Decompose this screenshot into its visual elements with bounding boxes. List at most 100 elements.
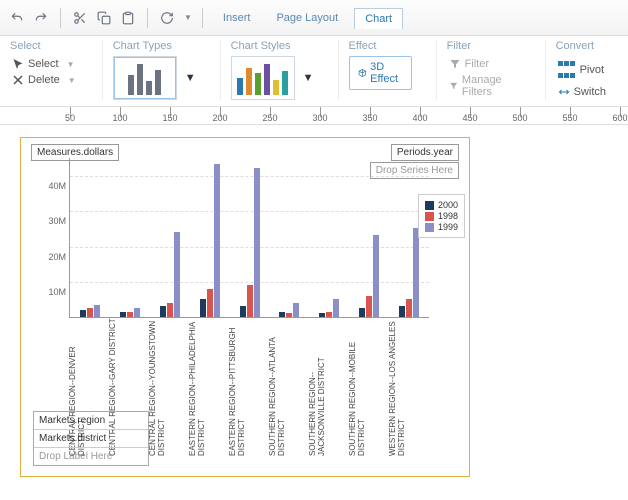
chart-style-dropdown[interactable]: ▼ — [303, 72, 314, 84]
bar-group — [230, 168, 270, 317]
ruler-label: 550 — [562, 113, 577, 123]
bar — [214, 164, 220, 317]
legend: 2000 1998 1999 — [418, 194, 465, 238]
x-tick-label: SOUTHERN REGION--ATLANTA DISTRICT — [269, 318, 309, 458]
ribbon-group-convert: Convert Pivot Switch — [545, 40, 618, 100]
ruler-label: 200 — [212, 113, 227, 123]
bar — [254, 168, 260, 317]
switch-button[interactable]: Switch — [556, 84, 608, 100]
bar — [293, 303, 299, 317]
drop-label-hint[interactable]: Drop Label Here — [34, 448, 148, 465]
tab-page-layout[interactable]: Page Layout — [266, 8, 348, 28]
x-tick-label: SOUTHERN REGION--MOBILE DISTRICT — [349, 318, 389, 458]
ruler-label: 150 — [162, 113, 177, 123]
bar — [326, 312, 332, 317]
bar — [413, 228, 419, 317]
chart-object[interactable]: Measures.dollars Periods.year Drop Serie… — [20, 137, 470, 477]
bar-group — [269, 303, 309, 317]
paste-icon[interactable] — [119, 9, 137, 27]
bar — [406, 299, 412, 317]
select-button[interactable]: Select▼ — [10, 56, 78, 72]
chart-type-dropdown[interactable]: ▼ — [185, 72, 196, 84]
y-tick-label: 30M — [48, 216, 70, 226]
select-label: Select — [28, 58, 59, 70]
ribbon: Select Select▼ Delete▼ Chart Types ▼ Cha… — [0, 36, 628, 107]
manage-filters-label: Manage Filters — [462, 74, 519, 98]
bar — [80, 310, 86, 317]
tab-insert[interactable]: Insert — [213, 8, 261, 28]
pivot-button[interactable]: Pivot — [556, 56, 608, 84]
legend-label: 1998 — [438, 211, 458, 221]
bar — [87, 308, 93, 317]
ruler-label: 100 — [112, 113, 127, 123]
legend-label: 1999 — [438, 222, 458, 232]
x-tick-label: WESTERN REGION--LOS ANGELES DISTRICT — [389, 318, 429, 458]
bar-group — [309, 299, 349, 317]
chart-plot: 10M20M30M40M — [69, 158, 429, 318]
ruler-label: 450 — [462, 113, 477, 123]
group-title: Chart Styles — [231, 40, 314, 52]
ruler-label: 350 — [362, 113, 377, 123]
group-title: Chart Types — [113, 40, 196, 52]
refresh-icon[interactable] — [158, 9, 176, 27]
filter-button[interactable]: Filter — [447, 56, 521, 72]
separator — [147, 8, 148, 28]
refresh-dropdown[interactable]: ▼ — [184, 13, 192, 22]
bar — [319, 313, 325, 317]
bar-group — [389, 228, 429, 317]
y-tick-label: 20M — [48, 252, 70, 262]
bar — [333, 299, 339, 317]
x-tick-label: EASTERN REGION--PHILADELPHIA DISTRICT — [189, 318, 229, 458]
3d-effect-label: 3D Effect — [370, 61, 402, 85]
legend-item: 1998 — [425, 211, 458, 221]
bar — [94, 305, 100, 317]
legend-item: 1999 — [425, 222, 458, 232]
x-tick-label: CENTRAL REGION--YOUNGSTOWN DISTRICT — [149, 318, 189, 458]
cut-icon[interactable] — [71, 9, 89, 27]
group-title: Convert — [556, 40, 608, 52]
pivot-label: Pivot — [580, 64, 604, 76]
bar — [207, 289, 213, 317]
tab-chart[interactable]: Chart — [354, 8, 403, 29]
chart-type-bar[interactable] — [113, 56, 177, 100]
undo-icon[interactable] — [8, 9, 26, 27]
group-title: Filter — [447, 40, 521, 52]
bar — [127, 312, 133, 317]
copy-icon[interactable] — [95, 9, 113, 27]
canvas: Measures.dollars Periods.year Drop Serie… — [0, 125, 628, 489]
district-field[interactable]: Markets.district — [34, 430, 148, 448]
ruler: 50100150200250300350400450500550600 — [0, 107, 628, 125]
bar — [286, 313, 292, 317]
region-field[interactable]: Markets.region — [34, 412, 148, 430]
ruler-label: 250 — [262, 113, 277, 123]
chart-style-colored[interactable] — [231, 56, 295, 100]
bottom-field-well: Markets.region Markets.district Drop Lab… — [33, 411, 149, 466]
bar-group — [110, 308, 150, 317]
bar-group — [190, 164, 230, 317]
group-title: Select — [10, 40, 78, 52]
manage-filters-button[interactable]: Manage Filters — [447, 72, 521, 100]
bar — [359, 308, 365, 317]
bar — [174, 232, 180, 317]
delete-label: Delete — [28, 74, 60, 86]
ruler-label: 300 — [312, 113, 327, 123]
redo-icon[interactable] — [32, 9, 50, 27]
ribbon-group-chart-types: Chart Types ▼ — [102, 40, 206, 100]
delete-button[interactable]: Delete▼ — [10, 72, 78, 88]
bar — [167, 303, 173, 317]
bar — [120, 312, 126, 317]
switch-label: Switch — [574, 86, 606, 98]
filter-label: Filter — [465, 58, 489, 70]
y-tick-label: 40M — [48, 181, 70, 191]
bar-group — [349, 235, 389, 317]
ruler-label: 500 — [512, 113, 527, 123]
ribbon-group-effect: Effect 3D Effect — [338, 40, 422, 100]
bar — [366, 296, 372, 317]
bar — [240, 306, 246, 317]
ribbon-group-filter: Filter Filter Manage Filters — [436, 40, 531, 100]
3d-effect-button[interactable]: 3D Effect — [349, 56, 412, 90]
bar — [373, 235, 379, 317]
ruler-label: 400 — [412, 113, 427, 123]
legend-item: 2000 — [425, 200, 458, 210]
separator — [60, 8, 61, 28]
